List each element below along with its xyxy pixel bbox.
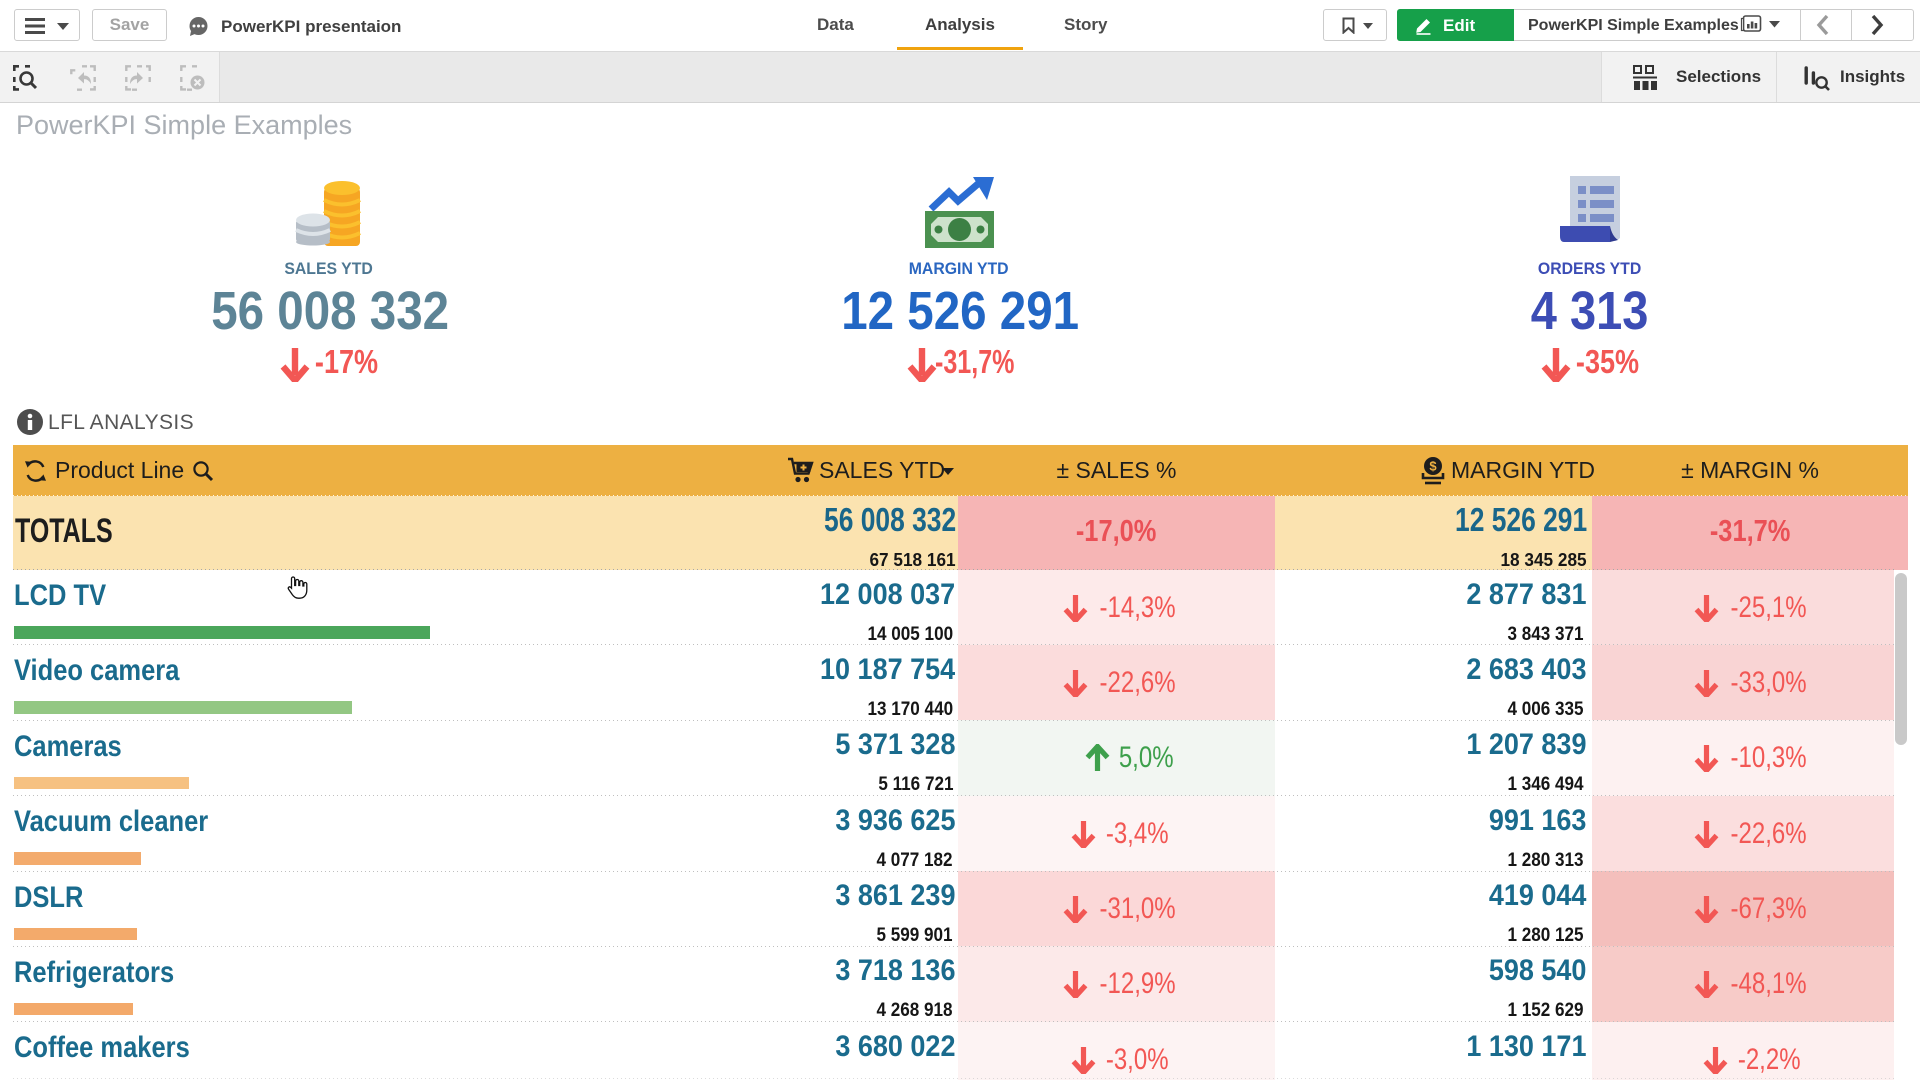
svg-text:$: $ (1429, 459, 1437, 474)
